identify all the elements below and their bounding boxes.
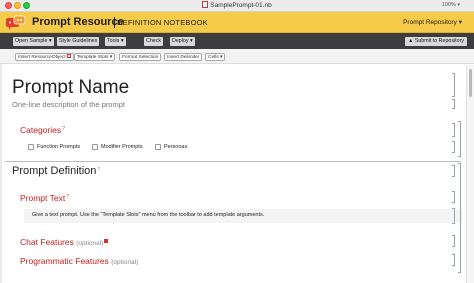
prompt-text-heading: Prompt Text? [20,193,69,203]
prompt-text-body[interactable]: Give a text prompt. Use the "Template Sl… [32,212,264,218]
header-subtitle: DEFINITION NOTEBOOK [117,18,208,27]
prompt-repository-menu[interactable]: Prompt Repository ▾ [403,18,462,26]
insert-resource-object-button[interactable]: Insert ResourceObject [15,53,74,61]
cell-bracket[interactable] [452,254,455,266]
prompt-text-label: Prompt Text [20,193,66,203]
cell-bracket[interactable] [452,73,455,97]
cell-bracket[interactable] [452,208,455,224]
cell-bracket[interactable] [452,99,455,109]
programmatic-features-heading: Programmatic Features (optional) [20,256,138,266]
optional-label: (optional) [76,240,104,247]
style-guidelines-button[interactable]: Style Guidelines [57,37,100,46]
format-selection-button[interactable]: Format Selection [119,53,162,61]
secondary-toolbar: Insert ResourceObject Template Slots ▾ F… [0,49,474,64]
notebook-file-icon [202,1,209,8]
info-icon[interactable] [104,239,109,243]
info-icon[interactable]: ? [66,194,69,200]
chat-features-heading: Chat Features (optional) [20,237,109,247]
prompt-description[interactable]: One-line description of the prompt [12,100,125,109]
function-prompts-checkbox[interactable] [28,144,34,150]
insert-resource-object-label: Insert ResourceObject [18,55,66,60]
cell-bracket[interactable] [452,123,455,137]
vertical-scrollbar[interactable] [466,65,474,283]
modifier-prompts-label: Modifier Prompts [101,144,143,150]
programmatic-features-label: Programmatic Features [20,256,109,266]
optional-label: (optional) [111,259,139,266]
tools-button[interactable]: Tools ▾ [105,37,126,46]
window-title: SamplePrompt-01.nb [210,2,272,9]
resource-object-icon [66,54,71,58]
info-icon[interactable]: ? [97,167,100,173]
cell-bracket[interactable] [452,165,455,177]
group-bracket[interactable] [458,121,461,157]
check-button[interactable]: Check [144,37,164,46]
page-edge [0,64,2,283]
prompt-definition-heading: Prompt Definition? [12,165,100,177]
chevron-down-icon: ▾ [457,2,460,8]
open-sample-button[interactable]: Open Sample ▾ [13,37,54,46]
chat-features-label: Chat Features [20,237,74,247]
submit-label: Submit to Repository [414,38,464,44]
modifier-prompts-checkbox[interactable] [92,144,98,150]
personas-checkbox[interactable] [155,144,161,150]
cells-button[interactable]: Cells ▾ [205,53,226,61]
insert-delimiter-button[interactable]: Insert Delimiter [164,53,203,61]
window-title-wrap: SamplePrompt-01.nb [0,1,474,9]
personas-label: Personas [164,144,188,150]
prompt-name-title[interactable]: Prompt Name [12,77,129,99]
deploy-button[interactable]: Deploy ▾ [170,37,195,46]
function-prompts-label: Function Prompts [37,144,81,150]
main-toolbar: Open Sample ▾ Style Guidelines Tools ▾ C… [0,33,474,49]
info-icon[interactable]: ? [62,126,65,132]
zoom-value: 100% [441,2,456,8]
header-title: Prompt Resource [32,16,124,28]
window-title-bar: SamplePrompt-01.nb 100% ▾ [0,0,474,12]
upload-icon: ▲ [408,38,414,44]
prompt-resource-logo-icon [6,15,26,30]
scrollbar-thumb[interactable] [469,69,472,97]
notebook-content[interactable]: Prompt Name One-line description of the … [0,65,466,283]
prompt-text-cell[interactable]: Give a text prompt. Use the "Template Sl… [24,209,462,223]
zoom-selector[interactable]: 100% ▾ [442,2,460,8]
section-divider [5,161,461,162]
categories-label: Categories [20,125,62,135]
cell-bracket[interactable] [452,235,455,247]
template-slots-button[interactable]: Template Slots ▾ [74,53,116,61]
categories-heading: Categories? [20,125,65,135]
prompt-resource-header: Prompt Resource DEFINITION NOTEBOOK Prom… [0,12,474,33]
cell-bracket[interactable] [452,191,455,203]
submit-to-repository-button[interactable]: ▲ Submit to Repository [405,37,467,46]
prompt-definition-label: Prompt Definition [12,165,97,177]
header-divider [114,17,115,28]
group-bracket[interactable] [458,163,461,273]
cell-bracket[interactable] [452,141,455,153]
